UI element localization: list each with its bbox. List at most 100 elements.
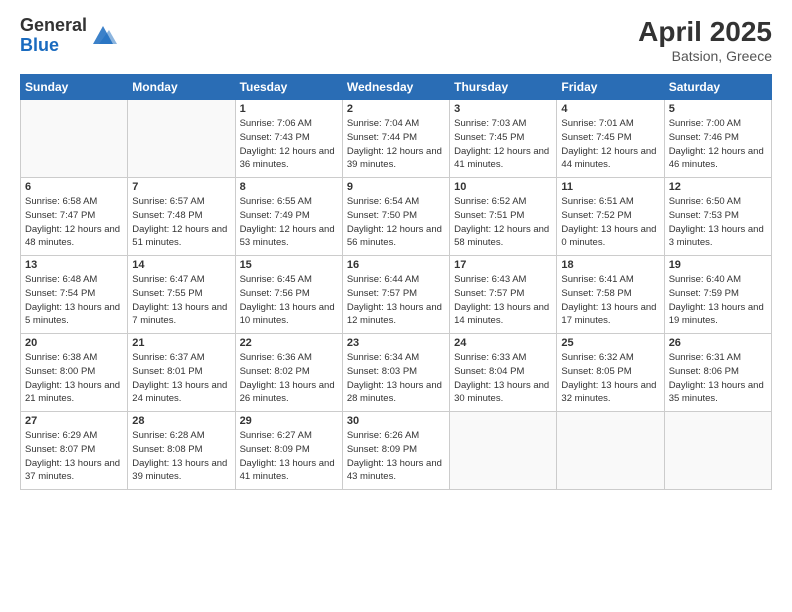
- calendar-day-cell: 27 Sunrise: 6:29 AM Sunset: 8:07 PM Dayli…: [21, 412, 128, 490]
- day-number: 15: [240, 259, 338, 271]
- calendar-week-row: 13 Sunrise: 6:48 AM Sunset: 7:54 PM Dayli…: [21, 256, 772, 334]
- calendar-day-cell: [21, 100, 128, 178]
- title-block: April 2025 Batsion, Greece: [638, 16, 772, 64]
- day-number: 16: [347, 259, 445, 271]
- calendar-day-cell: 9Sunrise: 6:54 AM Sunset: 7:50 PM Daylig…: [342, 178, 449, 256]
- day-info: Sunrise: 6:50 AM Sunset: 7:53 PM Dayligh…: [669, 195, 767, 250]
- calendar-day-cell: 14Sunrise: 6:47 AM Sunset: 7:55 PM Dayli…: [128, 256, 235, 334]
- logo-blue: Blue: [20, 36, 87, 56]
- day-number: 7: [132, 181, 230, 193]
- day-number: 30: [347, 415, 445, 427]
- day-number: 25: [561, 337, 659, 349]
- calendar-day-cell: [128, 100, 235, 178]
- day-info: Sunrise: 6:29 AM Sunset: 8:07 PM Dayligh…: [25, 429, 123, 484]
- calendar-day-cell: 5 Sunrise: 7:00 AM Sunset: 7:46 PM Daylig…: [664, 100, 771, 178]
- day-number: 3: [454, 103, 552, 115]
- day-number: 13: [25, 259, 123, 271]
- day-info: Sunrise: 6:43 AM Sunset: 7:57 PM Dayligh…: [454, 273, 552, 328]
- header-tuesday: Tuesday: [235, 75, 342, 100]
- header-saturday: Saturday: [664, 75, 771, 100]
- header-friday: Friday: [557, 75, 664, 100]
- day-info: Sunrise: 6:38 AM Sunset: 8:00 PM Dayligh…: [25, 351, 123, 406]
- day-number: 6: [25, 181, 123, 193]
- logo-icon: [89, 22, 117, 50]
- calendar-day-cell: 28 Sunrise: 6:28 AM Sunset: 8:08 PM Dayli…: [128, 412, 235, 490]
- day-info: Sunrise: 7:01 AM Sunset: 7:45 PM Dayligh…: [561, 117, 659, 172]
- day-info: Sunrise: 6:48 AM Sunset: 7:54 PM Dayligh…: [25, 273, 123, 328]
- calendar-day-cell: 8 Sunrise: 6:55 AM Sunset: 7:49 PM Daylig…: [235, 178, 342, 256]
- page: General Blue April 2025 Batsion, Greece …: [0, 0, 792, 612]
- day-info: Sunrise: 6:26 AM Sunset: 8:09 PM Dayligh…: [347, 429, 445, 484]
- day-info: Sunrise: 6:44 AM Sunset: 7:57 PM Dayligh…: [347, 273, 445, 328]
- day-number: 26: [669, 337, 767, 349]
- calendar-day-cell: 20 Sunrise: 6:38 AM Sunset: 8:00 PM Dayli…: [21, 334, 128, 412]
- day-info: Sunrise: 6:40 AM Sunset: 7:59 PM Dayligh…: [669, 273, 767, 328]
- calendar-day-cell: 2 Sunrise: 7:04 AM Sunset: 7:44 PM Daylig…: [342, 100, 449, 178]
- calendar-day-cell: 21 Sunrise: 6:37 AM Sunset: 8:01 PM Dayli…: [128, 334, 235, 412]
- day-number: 8: [240, 181, 338, 193]
- header-thursday: Thursday: [450, 75, 557, 100]
- day-number: 18: [561, 259, 659, 271]
- day-info: Sunrise: 6:58 AM Sunset: 7:47 PM Dayligh…: [25, 195, 123, 250]
- day-number: 2: [347, 103, 445, 115]
- day-number: 28: [132, 415, 230, 427]
- day-info: Sunrise: 7:04 AM Sunset: 7:44 PM Dayligh…: [347, 117, 445, 172]
- calendar-day-cell: 13 Sunrise: 6:48 AM Sunset: 7:54 PM Dayli…: [21, 256, 128, 334]
- calendar-table: Sunday Monday Tuesday Wednesday Thursday…: [20, 74, 772, 490]
- header: General Blue April 2025 Batsion, Greece: [20, 16, 772, 64]
- day-info: Sunrise: 6:45 AM Sunset: 7:56 PM Dayligh…: [240, 273, 338, 328]
- calendar-day-cell: 15 Sunrise: 6:45 AM Sunset: 7:56 PM Dayli…: [235, 256, 342, 334]
- calendar-day-cell: 6 Sunrise: 6:58 AM Sunset: 7:47 PM Daylig…: [21, 178, 128, 256]
- logo-general: General: [20, 16, 87, 36]
- day-number: 21: [132, 337, 230, 349]
- day-info: Sunrise: 7:00 AM Sunset: 7:46 PM Dayligh…: [669, 117, 767, 172]
- header-monday: Monday: [128, 75, 235, 100]
- calendar-day-cell: 23Sunrise: 6:34 AM Sunset: 8:03 PM Dayli…: [342, 334, 449, 412]
- calendar-day-cell: 17 Sunrise: 6:43 AM Sunset: 7:57 PM Dayli…: [450, 256, 557, 334]
- day-info: Sunrise: 6:33 AM Sunset: 8:04 PM Dayligh…: [454, 351, 552, 406]
- day-info: Sunrise: 6:41 AM Sunset: 7:58 PM Dayligh…: [561, 273, 659, 328]
- day-info: Sunrise: 6:55 AM Sunset: 7:49 PM Dayligh…: [240, 195, 338, 250]
- calendar-day-cell: [450, 412, 557, 490]
- day-number: 27: [25, 415, 123, 427]
- calendar-day-cell: 24 Sunrise: 6:33 AM Sunset: 8:04 PM Dayli…: [450, 334, 557, 412]
- calendar-day-cell: 16 Sunrise: 6:44 AM Sunset: 7:57 PM Dayli…: [342, 256, 449, 334]
- day-number: 17: [454, 259, 552, 271]
- calendar-week-row: 20 Sunrise: 6:38 AM Sunset: 8:00 PM Dayli…: [21, 334, 772, 412]
- day-info: Sunrise: 6:37 AM Sunset: 8:01 PM Dayligh…: [132, 351, 230, 406]
- day-info: Sunrise: 6:32 AM Sunset: 8:05 PM Dayligh…: [561, 351, 659, 406]
- calendar-day-cell: 30 Sunrise: 6:26 AM Sunset: 8:09 PM Dayli…: [342, 412, 449, 490]
- day-info: Sunrise: 6:28 AM Sunset: 8:08 PM Dayligh…: [132, 429, 230, 484]
- calendar-day-cell: 1 Sunrise: 7:06 AM Sunset: 7:43 PM Daylig…: [235, 100, 342, 178]
- calendar-week-row: 6 Sunrise: 6:58 AM Sunset: 7:47 PM Daylig…: [21, 178, 772, 256]
- day-info: Sunrise: 6:31 AM Sunset: 8:06 PM Dayligh…: [669, 351, 767, 406]
- header-wednesday: Wednesday: [342, 75, 449, 100]
- day-number: 4: [561, 103, 659, 115]
- calendar-day-cell: 7Sunrise: 6:57 AM Sunset: 7:48 PM Daylig…: [128, 178, 235, 256]
- calendar-day-cell: 29Sunrise: 6:27 AM Sunset: 8:09 PM Dayli…: [235, 412, 342, 490]
- day-number: 12: [669, 181, 767, 193]
- day-info: Sunrise: 6:52 AM Sunset: 7:51 PM Dayligh…: [454, 195, 552, 250]
- calendar-day-cell: 18 Sunrise: 6:41 AM Sunset: 7:58 PM Dayli…: [557, 256, 664, 334]
- calendar-day-cell: 12 Sunrise: 6:50 AM Sunset: 7:53 PM Dayli…: [664, 178, 771, 256]
- day-number: 5: [669, 103, 767, 115]
- day-info: Sunrise: 6:34 AM Sunset: 8:03 PM Dayligh…: [347, 351, 445, 406]
- day-info: Sunrise: 6:47 AM Sunset: 7:55 PM Dayligh…: [132, 273, 230, 328]
- weekday-header-row: Sunday Monday Tuesday Wednesday Thursday…: [21, 75, 772, 100]
- calendar-day-cell: 4 Sunrise: 7:01 AM Sunset: 7:45 PM Daylig…: [557, 100, 664, 178]
- day-number: 20: [25, 337, 123, 349]
- day-number: 1: [240, 103, 338, 115]
- day-info: Sunrise: 7:03 AM Sunset: 7:45 PM Dayligh…: [454, 117, 552, 172]
- calendar-day-cell: 26 Sunrise: 6:31 AM Sunset: 8:06 PM Dayli…: [664, 334, 771, 412]
- calendar-week-row: 1 Sunrise: 7:06 AM Sunset: 7:43 PM Daylig…: [21, 100, 772, 178]
- calendar-day-cell: 22Sunrise: 6:36 AM Sunset: 8:02 PM Dayli…: [235, 334, 342, 412]
- day-info: Sunrise: 7:06 AM Sunset: 7:43 PM Dayligh…: [240, 117, 338, 172]
- day-info: Sunrise: 6:54 AM Sunset: 7:50 PM Dayligh…: [347, 195, 445, 250]
- day-number: 24: [454, 337, 552, 349]
- calendar-day-cell: [664, 412, 771, 490]
- calendar-day-cell: 25 Sunrise: 6:32 AM Sunset: 8:05 PM Dayli…: [557, 334, 664, 412]
- month-year: April 2025: [638, 16, 772, 48]
- day-number: 10: [454, 181, 552, 193]
- calendar-day-cell: [557, 412, 664, 490]
- location: Batsion, Greece: [638, 48, 772, 64]
